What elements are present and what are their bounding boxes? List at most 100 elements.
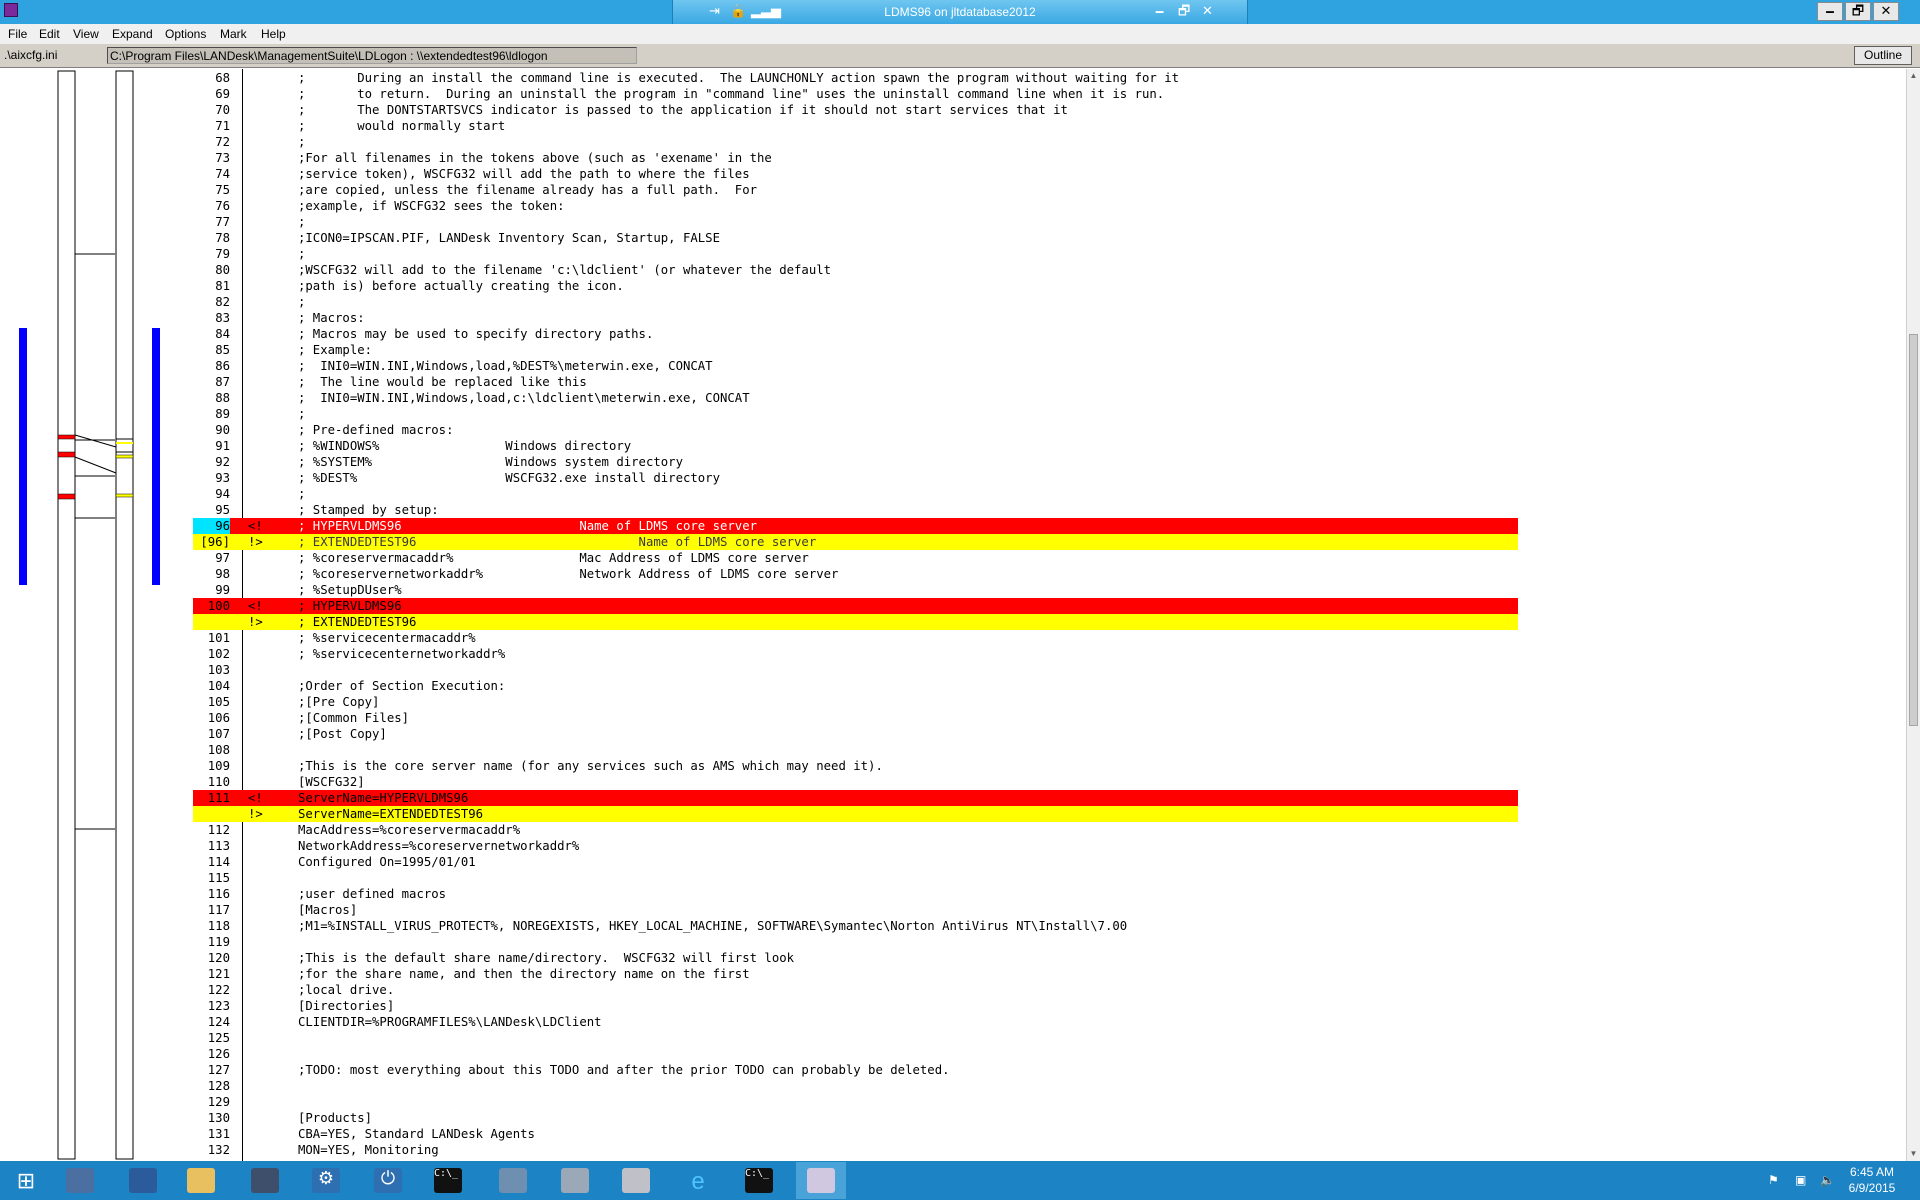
diff-row[interactable]: 86 ; INI0=WIN.INI,Windows,load,%DEST%\met… bbox=[193, 358, 1883, 374]
diff-row[interactable]: 117 [Macros] bbox=[193, 902, 1883, 918]
diff-row-inserted[interactable]: !> ServerName=EXTENDEDTEST96 bbox=[193, 806, 1518, 822]
taskbar-services[interactable] bbox=[611, 1162, 661, 1199]
diff-row[interactable]: 119 bbox=[193, 934, 1883, 950]
taskbar-command-prompt[interactable]: C:\_ bbox=[423, 1162, 473, 1199]
restore-button[interactable]: 🗗 bbox=[1845, 2, 1871, 21]
diff-row[interactable]: 91 ; %WINDOWS% Windows directory bbox=[193, 438, 1883, 454]
diff-row-inserted[interactable]: [96] !> ; EXTENDEDTEST96 Name of LDMS core… bbox=[193, 534, 1518, 550]
diff-row[interactable]: 82; bbox=[193, 294, 1883, 310]
diff-row[interactable]: 72; bbox=[193, 134, 1883, 150]
menu-expand[interactable]: Expand bbox=[112, 27, 153, 41]
diff-overview-panel[interactable] bbox=[0, 69, 192, 1161]
diff-row[interactable]: 85 ; Example: bbox=[193, 342, 1883, 358]
menu-view[interactable]: View bbox=[73, 27, 99, 41]
diff-row[interactable]: 79; bbox=[193, 246, 1883, 262]
diff-row[interactable]: 78 ;ICON0=IPSCAN.PIF, LANDesk Inventory S… bbox=[193, 230, 1883, 246]
diff-row[interactable]: 130 [Products] bbox=[193, 1110, 1883, 1126]
diff-row[interactable]: 106 ;[Common Files] bbox=[193, 710, 1883, 726]
diff-row[interactable]: 102 ; %servicecenternetworkaddr% bbox=[193, 646, 1883, 662]
menu-options[interactable]: Options bbox=[165, 27, 206, 41]
diff-text-view[interactable]: 68 ; During an install the command line i… bbox=[193, 69, 1906, 1161]
diff-row[interactable]: 128 bbox=[193, 1078, 1883, 1094]
volume-icon[interactable]: 🔈 bbox=[1820, 1173, 1835, 1187]
diff-row-deleted[interactable]: 111 <! ServerName=HYPERVLDMS96 bbox=[193, 790, 1518, 806]
network-flag-icon[interactable]: ⚑ bbox=[1768, 1173, 1779, 1187]
diff-row[interactable]: 113 NetworkAddress=%coreservernetworkaddr… bbox=[193, 838, 1883, 854]
diff-row[interactable]: 75 ;are copied, unless the filename alrea… bbox=[193, 182, 1883, 198]
diff-row[interactable]: 114 Configured On=1995/01/01 bbox=[193, 854, 1883, 870]
rdp-minimize-button[interactable]: 🗕 bbox=[1155, 3, 1164, 19]
diff-row[interactable]: 84 ; Macros may be used to specify direct… bbox=[193, 326, 1883, 342]
minimize-button[interactable]: 🗕 bbox=[1817, 2, 1843, 21]
app-icon[interactable] bbox=[4, 3, 18, 17]
scroll-up-arrow-icon[interactable]: ▲ bbox=[1907, 69, 1920, 83]
diff-row[interactable]: 132 MON=YES, Monitoring bbox=[193, 1142, 1883, 1158]
taskbar-command-prompt-2[interactable]: C:\_ bbox=[734, 1162, 784, 1199]
diff-row[interactable]: 83 ; Macros: bbox=[193, 310, 1883, 326]
diff-row-inserted[interactable]: !> ; EXTENDEDTEST96 bbox=[193, 614, 1518, 630]
diff-row[interactable]: 115 bbox=[193, 870, 1883, 886]
diff-row[interactable]: 69 ; to return. During an uninstall the p… bbox=[193, 86, 1883, 102]
diff-row[interactable]: 126 bbox=[193, 1046, 1883, 1062]
taskbar-file-explorer[interactable] bbox=[176, 1162, 226, 1199]
diff-row[interactable]: 77; bbox=[193, 214, 1883, 230]
diff-row[interactable]: 118 ;M1=%INSTALL_VIRUS_PROTECT%, NOREGEXI… bbox=[193, 918, 1883, 934]
diff-row[interactable]: 98 ; %coreservernetworkaddr% Network Addr… bbox=[193, 566, 1883, 582]
scrollbar-thumb[interactable] bbox=[1909, 334, 1918, 726]
diff-row-deleted[interactable]: 96 <! ; HYPERVLDMS96 Name of LDMS core ser… bbox=[193, 518, 1518, 534]
diff-row[interactable]: 116 ;user defined macros bbox=[193, 886, 1883, 902]
diff-row[interactable]: 101 ; %servicecentermacaddr% bbox=[193, 630, 1883, 646]
taskbar-internet-explorer[interactable]: e bbox=[673, 1162, 723, 1199]
taskbar-control-panel[interactable] bbox=[488, 1162, 538, 1199]
rdp-close-button[interactable]: ✕ bbox=[1202, 3, 1213, 19]
taskbar-shutdown[interactable]: ⏻ bbox=[363, 1162, 413, 1199]
diff-row[interactable]: 88 ; INI0=WIN.INI,Windows,load,c:\ldclien… bbox=[193, 390, 1883, 406]
diff-row[interactable]: 94; bbox=[193, 486, 1883, 502]
diff-row[interactable]: 103 bbox=[193, 662, 1883, 678]
diff-row[interactable]: 120 ;This is the default share name/direc… bbox=[193, 950, 1883, 966]
diff-row[interactable]: 76 ;example, if WSCFG32 sees the token: bbox=[193, 198, 1883, 214]
menu-file[interactable]: File bbox=[8, 27, 27, 41]
taskbar-windiff[interactable] bbox=[796, 1162, 846, 1199]
taskbar-settings[interactable]: ⚙ bbox=[301, 1162, 351, 1199]
diff-row[interactable]: 70 ; The DONTSTARTSVCS indicator is passe… bbox=[193, 102, 1883, 118]
diff-row[interactable]: 105 ;[Pre Copy] bbox=[193, 694, 1883, 710]
network-icon[interactable]: ▣ bbox=[1795, 1173, 1806, 1187]
diff-row[interactable]: 125 bbox=[193, 1030, 1883, 1046]
diff-row[interactable]: 89; bbox=[193, 406, 1883, 422]
diff-row[interactable]: 92 ; %SYSTEM% Windows system directory bbox=[193, 454, 1883, 470]
outline-button[interactable]: Outline bbox=[1854, 46, 1912, 65]
diff-row[interactable]: 121 ;for the share name, and then the dir… bbox=[193, 966, 1883, 982]
diff-row[interactable]: 122 ;local drive. bbox=[193, 982, 1883, 998]
scroll-down-arrow-icon[interactable]: ▼ bbox=[1907, 1147, 1920, 1161]
diff-row[interactable]: 108 bbox=[193, 742, 1883, 758]
diff-row[interactable]: 112 MacAddress=%coreservermacaddr% bbox=[193, 822, 1883, 838]
diff-row-deleted[interactable]: 100 <! ; HYPERVLDMS96 bbox=[193, 598, 1518, 614]
diff-row[interactable]: 73 ;For all filenames in the tokens above… bbox=[193, 150, 1883, 166]
diff-row[interactable]: 80 ;WSCFG32 will add to the filename 'c:\… bbox=[193, 262, 1883, 278]
diff-row[interactable]: 107 ;[Post Copy] bbox=[193, 726, 1883, 742]
diff-row[interactable]: 71 ; would normally start bbox=[193, 118, 1883, 134]
rdp-restore-button[interactable]: 🗗 bbox=[1178, 3, 1190, 19]
vertical-scrollbar[interactable]: ▲ ▼ bbox=[1906, 69, 1920, 1161]
diff-row[interactable]: 97 ; %coreservermacaddr% Mac Address of L… bbox=[193, 550, 1883, 566]
diff-row[interactable]: 87 ; The line would be replaced like this bbox=[193, 374, 1883, 390]
start-button[interactable]: ⊞ bbox=[1, 1162, 51, 1199]
diff-row[interactable]: 124 CLIENTDIR=%PROGRAMFILES%\LANDesk\LDCl… bbox=[193, 1014, 1883, 1030]
diff-row[interactable]: 104 ;Order of Section Execution: bbox=[193, 678, 1883, 694]
menu-help[interactable]: Help bbox=[261, 27, 286, 41]
diff-row[interactable]: 131 CBA=YES, Standard LANDesk Agents bbox=[193, 1126, 1883, 1142]
diff-row[interactable]: 95 ; Stamped by setup: bbox=[193, 502, 1883, 518]
diff-row[interactable]: 93 ; %DEST% WSCFG32.exe install directory bbox=[193, 470, 1883, 486]
taskbar-remote-control[interactable] bbox=[240, 1162, 290, 1199]
diff-row[interactable]: 129 bbox=[193, 1094, 1883, 1110]
diff-row[interactable]: 74 ;service token), WSCFG32 will add the … bbox=[193, 166, 1883, 182]
menu-edit[interactable]: Edit bbox=[39, 27, 60, 41]
diff-overview-graphic[interactable] bbox=[0, 69, 192, 1161]
diff-row[interactable]: 123 [Directories] bbox=[193, 998, 1883, 1014]
taskbar-server-manager[interactable] bbox=[55, 1162, 105, 1199]
diff-row[interactable]: 127 ;TODO: most everything about this TOD… bbox=[193, 1062, 1883, 1078]
clock[interactable]: 6:45 AM 6/9/2015 bbox=[1842, 1164, 1902, 1196]
diff-row[interactable]: 68 ; During an install the command line i… bbox=[193, 70, 1883, 86]
diff-row[interactable]: 90 ; Pre-defined macros: bbox=[193, 422, 1883, 438]
